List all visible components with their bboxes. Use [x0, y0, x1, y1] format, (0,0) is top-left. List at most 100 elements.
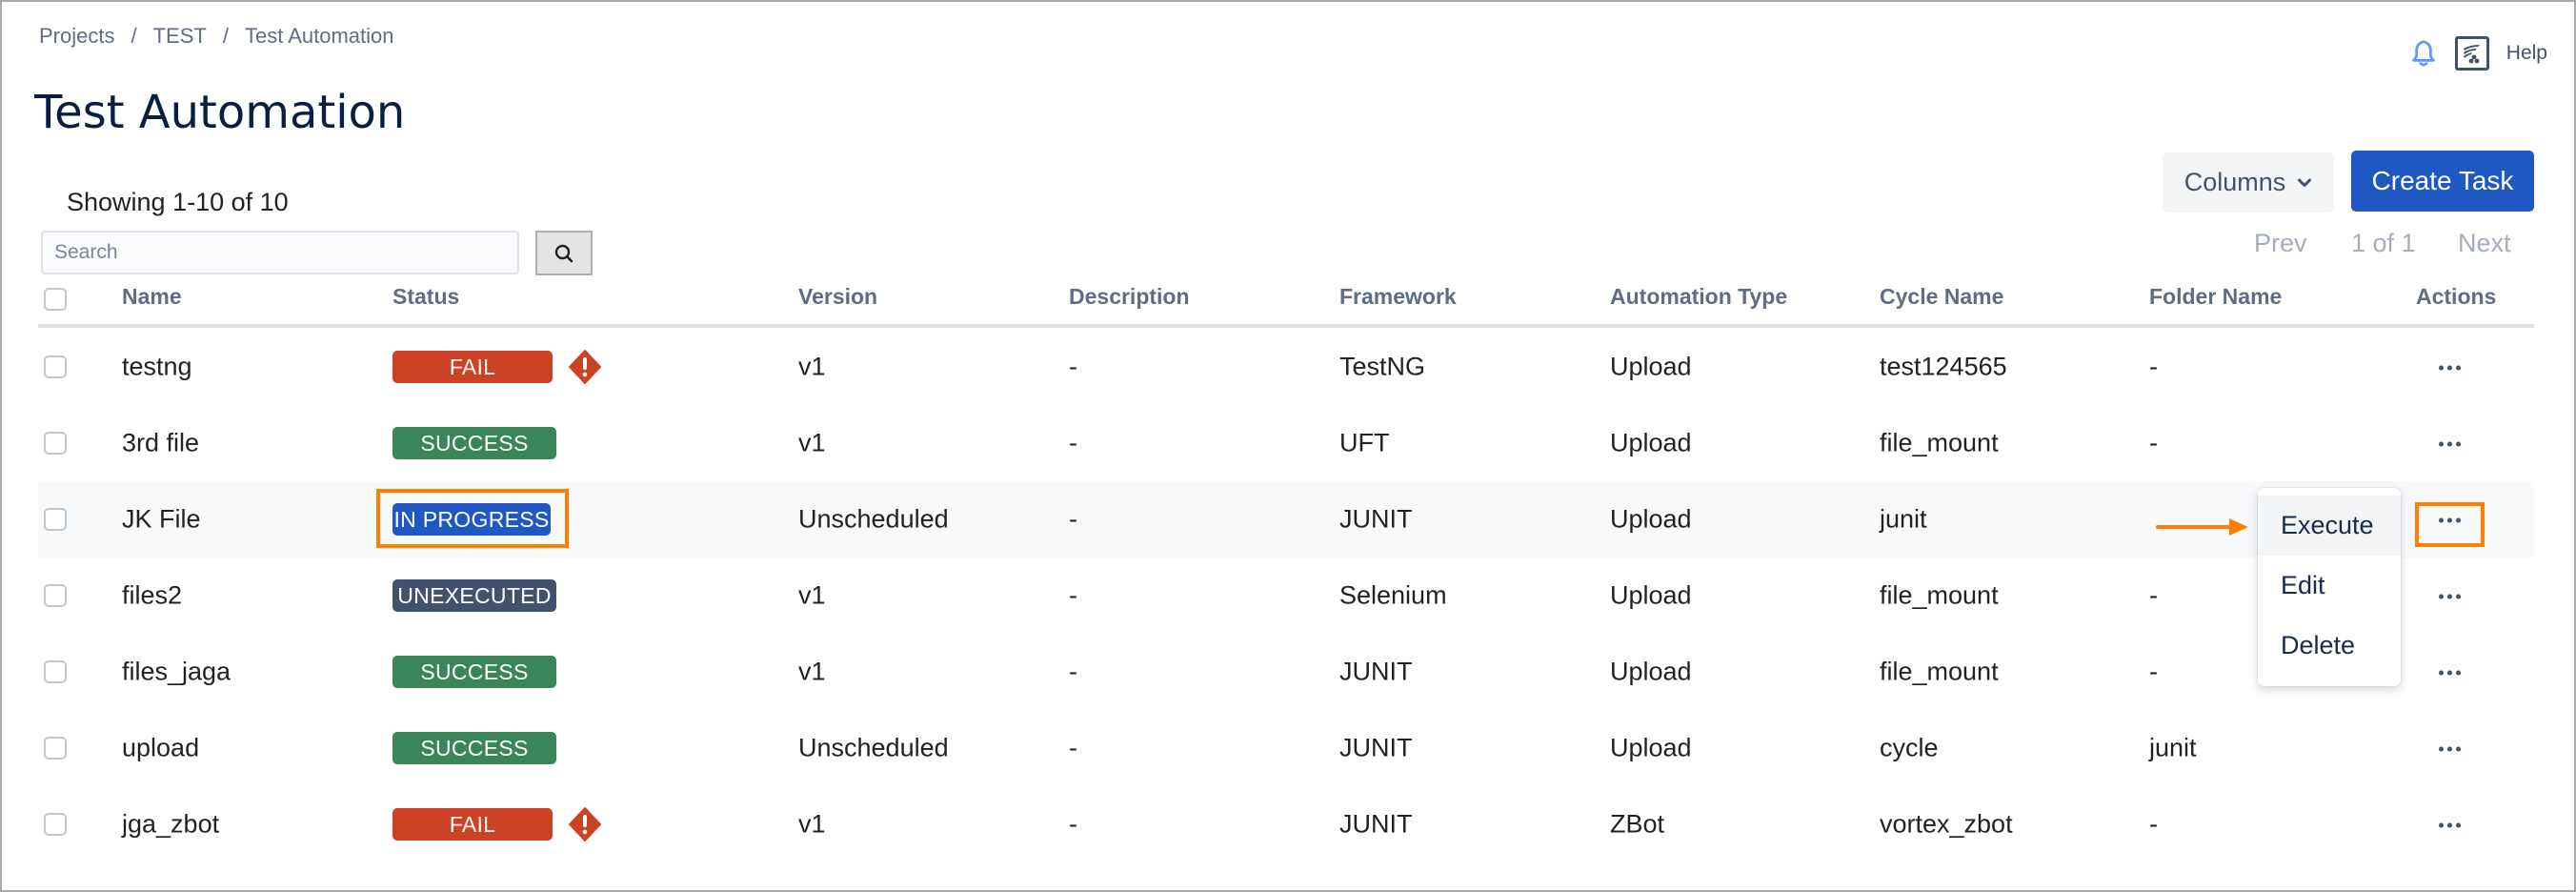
cell-folder-name: -: [2149, 428, 2158, 457]
more-dot-icon: [2439, 441, 2444, 447]
cell-name[interactable]: 3rd file: [122, 429, 199, 458]
cell-automation-type: Upload: [1610, 428, 1692, 457]
column-header-description[interactable]: Description: [1069, 284, 1190, 310]
app-logo-icon[interactable]: [2454, 36, 2489, 71]
help-link[interactable]: Help: [2506, 42, 2547, 65]
create-task-button[interactable]: Create Task: [2351, 151, 2534, 212]
more-dot-icon: [2447, 594, 2452, 599]
cell-cycle-name: test124565: [1880, 352, 2007, 381]
cell-description: -: [1069, 428, 1077, 457]
cell-name[interactable]: files_jaga: [122, 658, 231, 687]
row-actions-button[interactable]: [2439, 746, 2461, 752]
warning-icon[interactable]: [568, 807, 602, 841]
cell-framework: JUNIT: [1339, 733, 1413, 762]
cell-name[interactable]: testng: [122, 353, 192, 382]
more-dot-icon: [2447, 365, 2452, 371]
cell-framework: JUNIT: [1339, 504, 1413, 534]
cell-folder-name: -: [2149, 580, 2158, 610]
breadcrumb: Projects / TEST / Test Automation: [39, 24, 394, 49]
row-actions-button[interactable]: [2439, 365, 2461, 371]
cell-description: -: [1069, 809, 1077, 839]
row-checkbox[interactable]: [44, 584, 67, 607]
page-indicator: 1 of 1: [2351, 229, 2416, 257]
cell-version: v1: [798, 657, 826, 686]
annotation-highlight-status: [376, 489, 569, 548]
more-dot-icon: [2456, 594, 2461, 599]
cell-version: Unscheduled: [798, 504, 949, 534]
cell-cycle-name: file_mount: [1880, 428, 1999, 457]
next-page-button[interactable]: Next: [2458, 229, 2511, 258]
cell-description: -: [1069, 733, 1077, 762]
column-header-version[interactable]: Version: [798, 284, 877, 310]
select-all-checkbox[interactable]: [44, 288, 67, 311]
row-actions-button[interactable]: [2439, 594, 2461, 599]
zephyr-logo-icon: [2463, 45, 2480, 64]
bell-icon[interactable]: [2409, 38, 2438, 69]
menu-item-execute[interactable]: Execute: [2258, 496, 2401, 556]
menu-item-delete[interactable]: Delete: [2258, 616, 2401, 676]
menu-item-edit[interactable]: Edit: [2258, 556, 2401, 616]
row-checkbox[interactable]: [44, 660, 67, 683]
page-title: Test Automation: [34, 86, 406, 139]
breadcrumb-test-automation[interactable]: Test Automation: [245, 24, 394, 49]
columns-button[interactable]: Columns: [2163, 152, 2334, 213]
cell-cycle-name: cycle: [1880, 733, 1939, 762]
breadcrumb-test[interactable]: TEST: [153, 24, 207, 49]
row-checkbox[interactable]: [44, 813, 67, 836]
cell-version: v1: [798, 809, 826, 839]
more-dot-icon: [2447, 441, 2452, 447]
column-header-status[interactable]: Status: [392, 284, 459, 310]
cell-automation-type: Upload: [1610, 352, 1692, 381]
more-dot-icon: [2439, 822, 2444, 828]
row-checkbox[interactable]: [44, 355, 67, 378]
search-icon: [554, 244, 574, 262]
cell-name[interactable]: upload: [122, 734, 199, 763]
more-dot-icon: [2439, 670, 2444, 676]
more-dot-icon: [2439, 746, 2444, 752]
row-checkbox[interactable]: [44, 432, 67, 455]
more-dot-icon: [2447, 746, 2452, 752]
column-header-name[interactable]: Name: [122, 284, 182, 310]
cell-automation-type: Upload: [1610, 504, 1692, 534]
cell-folder-name: -: [2149, 657, 2158, 686]
column-header-framework[interactable]: Framework: [1339, 284, 1457, 310]
cell-name[interactable]: JK File: [122, 505, 201, 535]
table-row[interactable]: testng v1 - TestNG Upload test124565 - FAIL: [38, 329, 2534, 405]
table-row[interactable]: jga_zbot v1 - JUNIT ZBot vortex_zbot - FAIL: [38, 786, 2534, 862]
table-header: Name Status Version Description Framewor…: [38, 282, 2534, 328]
column-header-automation-type[interactable]: Automation Type: [1610, 284, 1787, 310]
cell-name[interactable]: jga_zbot: [122, 810, 219, 840]
row-checkbox[interactable]: [44, 737, 67, 760]
cell-description: -: [1069, 657, 1077, 686]
warning-icon[interactable]: [568, 350, 602, 384]
column-header-actions: Actions: [2416, 284, 2497, 309]
search-button[interactable]: [535, 231, 593, 275]
more-dot-icon: [2456, 365, 2461, 371]
actions-menu: Execute Edit Delete: [2258, 488, 2401, 686]
column-header-cycle-name[interactable]: Cycle Name: [1880, 284, 2003, 310]
cell-framework: TestNG: [1339, 352, 1426, 381]
status-badge: FAIL: [392, 808, 553, 841]
table-row[interactable]: 3rd file v1 - UFT Upload file_mount - SUCCESS: [38, 405, 2534, 481]
table-row[interactable]: files_jaga v1 - JUNIT Upload file_mount - SUCCE…: [38, 634, 2534, 710]
columns-label: Columns: [2184, 168, 2286, 196]
breadcrumb-projects[interactable]: Projects: [39, 24, 114, 49]
column-header-folder-name[interactable]: Folder Name: [2149, 284, 2282, 310]
cell-folder-name: junit: [2149, 733, 2197, 762]
cell-folder-name: -: [2149, 352, 2158, 381]
cell-framework: Selenium: [1339, 580, 1447, 610]
more-dot-icon: [2456, 670, 2461, 676]
row-actions-button[interactable]: [2439, 441, 2461, 447]
row-actions-button[interactable]: [2439, 822, 2461, 828]
prev-page-button[interactable]: Prev: [2254, 229, 2307, 258]
table-row[interactable]: upload Unscheduled - JUNIT Upload cycle junit S…: [38, 710, 2534, 786]
cell-framework: UFT: [1339, 428, 1390, 457]
search-input[interactable]: [41, 231, 519, 274]
cell-description: -: [1069, 580, 1077, 610]
table-row[interactable]: files2 v1 - Selenium Upload file_mount - UNEXEC…: [38, 558, 2534, 634]
cell-folder-name: -: [2149, 809, 2158, 839]
cell-name[interactable]: files2: [122, 581, 182, 611]
row-checkbox[interactable]: [44, 508, 67, 531]
row-actions-button[interactable]: [2439, 670, 2461, 676]
status-badge: SUCCESS: [392, 732, 556, 764]
